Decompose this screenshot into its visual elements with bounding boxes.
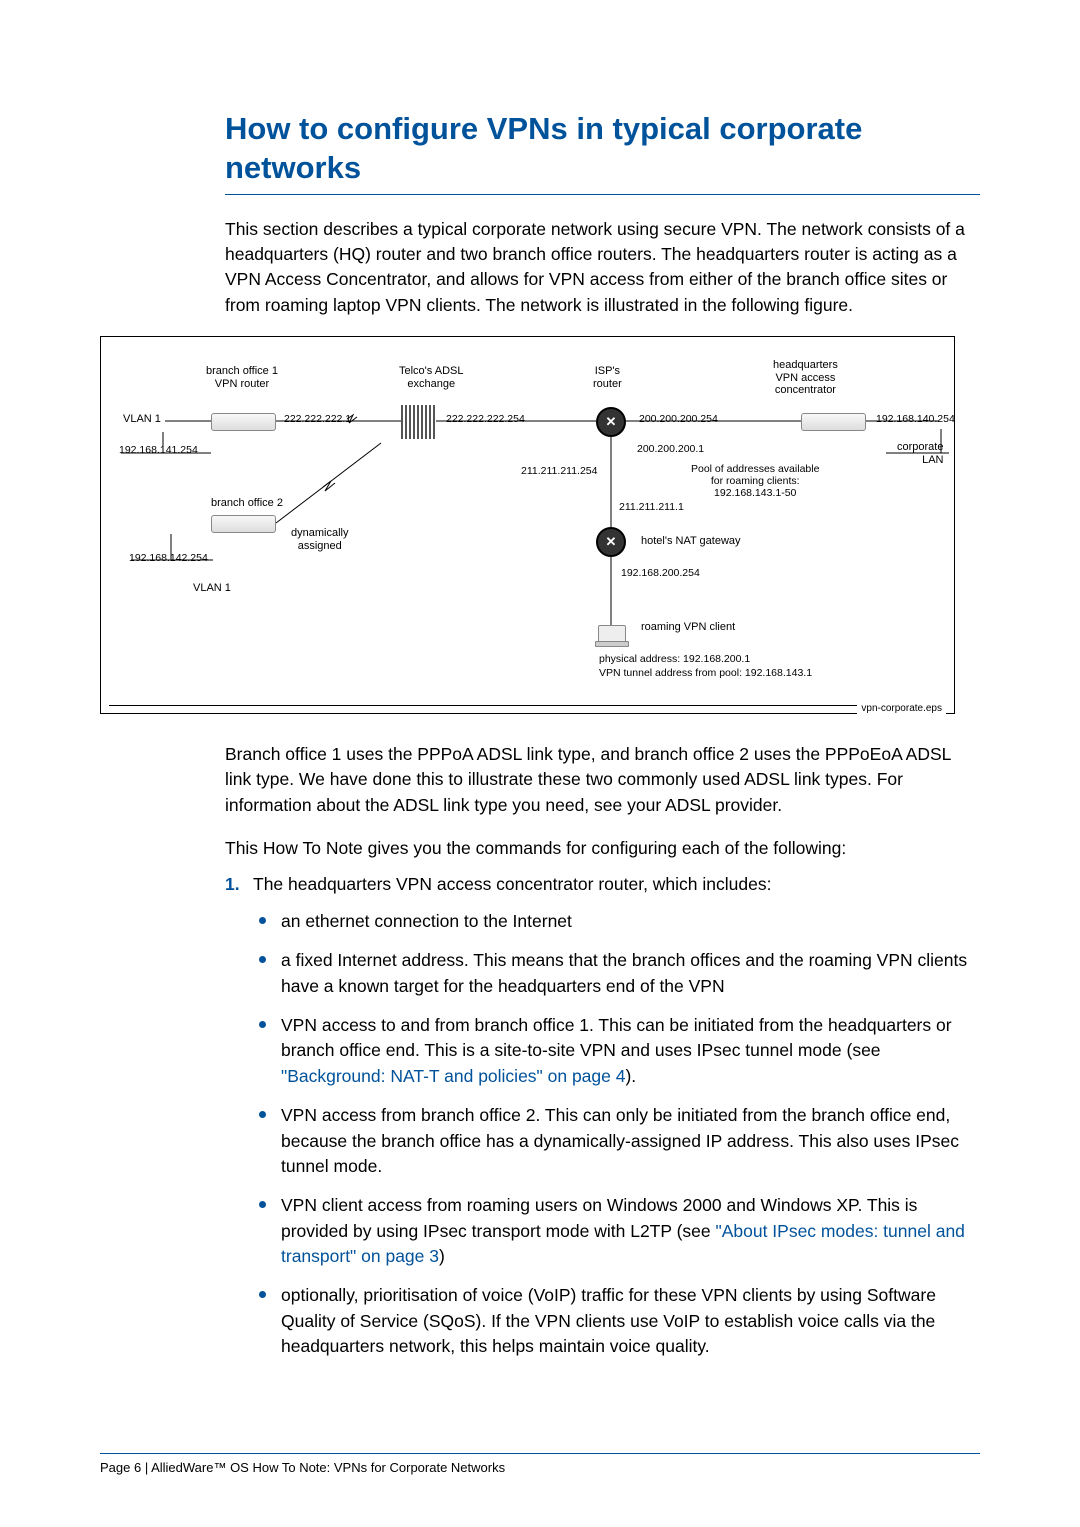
list-item-1-lead: The headquarters VPN access concentrator…	[253, 874, 771, 894]
hotel-label: hotel's NAT gateway	[641, 535, 741, 548]
roaming-phys: physical address: 192.168.200.1	[599, 653, 750, 665]
pool-label: Pool of addresses availablefor roaming c…	[691, 463, 819, 499]
hq-device	[801, 413, 866, 431]
laptop-icon	[598, 625, 626, 643]
ip-telco-right: 222.222.222.254	[446, 413, 525, 425]
title-rule	[225, 194, 980, 195]
isp-router-icon: ✕	[596, 407, 626, 437]
sub-item-c-post: ).	[625, 1066, 636, 1086]
hotel-router-icon: ✕	[596, 527, 626, 557]
corp-lan: corporateLAN	[897, 441, 943, 466]
ip-branch1-lan: 192.168.141.254	[119, 444, 198, 456]
list-item-1: The headquarters VPN access concentrator…	[225, 872, 980, 1360]
page-footer: Page 6 | AlliedWare™ OS How To Note: VPN…	[100, 1453, 980, 1475]
intro-paragraph: This section describes a typical corpora…	[225, 217, 980, 319]
footer-rule	[100, 1453, 980, 1454]
branch1-label: branch office 1VPN router	[206, 365, 278, 390]
telco-label: Telco's ADSLexchange	[399, 365, 463, 390]
page-title: How to configure VPNs in typical corpora…	[225, 110, 980, 188]
ip-branch2-lan: 192.168.142.254	[129, 552, 208, 564]
ip-hotel-up: 211.211.211.1	[619, 501, 684, 513]
ip-isp-down1: 211.211.211.254	[521, 465, 598, 477]
footer-text: Page 6 | AlliedWare™ OS How To Note: VPN…	[100, 1460, 980, 1475]
branch2-label: branch office 2	[211, 497, 283, 510]
after-diagram-paragraph: Branch office 1 uses the PPPoA ADSL link…	[225, 742, 980, 818]
eps-filename: vpn-corporate.eps	[857, 703, 946, 715]
roaming-tun: VPN tunnel address from pool: 192.168.14…	[599, 667, 812, 679]
vlan1-bot: VLAN 1	[193, 582, 231, 595]
sub-item-d: VPN access from branch office 2. This ca…	[253, 1103, 980, 1179]
sub-item-b: a fixed Internet address. This means tha…	[253, 948, 980, 999]
hq-label: headquartersVPN accessconcentrator	[773, 359, 838, 397]
ip-hq-right: 192.168.140.254	[876, 413, 955, 425]
isp-label: ISP'srouter	[593, 365, 622, 390]
branch2-device	[211, 515, 276, 533]
roaming-label: roaming VPN client	[641, 621, 735, 634]
ip-branch1-right: 222.222.222.1	[284, 413, 351, 425]
vlan1-top: VLAN 1	[123, 413, 161, 426]
sub-item-f: optionally, prioritisation of voice (VoI…	[253, 1283, 980, 1359]
sub-list: an ethernet connection to the Internet a…	[253, 909, 980, 1360]
network-diagram: branch office 1VPN router Telco's ADSLex…	[100, 336, 955, 714]
sub-item-a: an ethernet connection to the Internet	[253, 909, 980, 934]
ip-isp-down2: 200.200.200.1	[637, 443, 704, 455]
main-list: The headquarters VPN access concentrator…	[225, 872, 980, 1360]
ip-isp-right: 200.200.200.254	[639, 413, 718, 425]
link-nat-t[interactable]: "Background: NAT-T and policies" on page…	[281, 1066, 625, 1086]
telco-dslam	[401, 405, 436, 439]
branch1-device	[211, 413, 276, 431]
sub-item-c-pre: VPN access to and from branch office 1. …	[281, 1015, 952, 1060]
sub-item-e: VPN client access from roaming users on …	[253, 1193, 980, 1269]
list-intro: This How To Note gives you the commands …	[225, 836, 980, 861]
ip-hotel-down: 192.168.200.254	[621, 567, 700, 579]
dynamic-label: dynamicallyassigned	[291, 527, 348, 552]
eps-rule	[109, 705, 946, 706]
sub-item-e-post: )	[439, 1246, 445, 1266]
sub-item-c: VPN access to and from branch office 1. …	[253, 1013, 980, 1089]
